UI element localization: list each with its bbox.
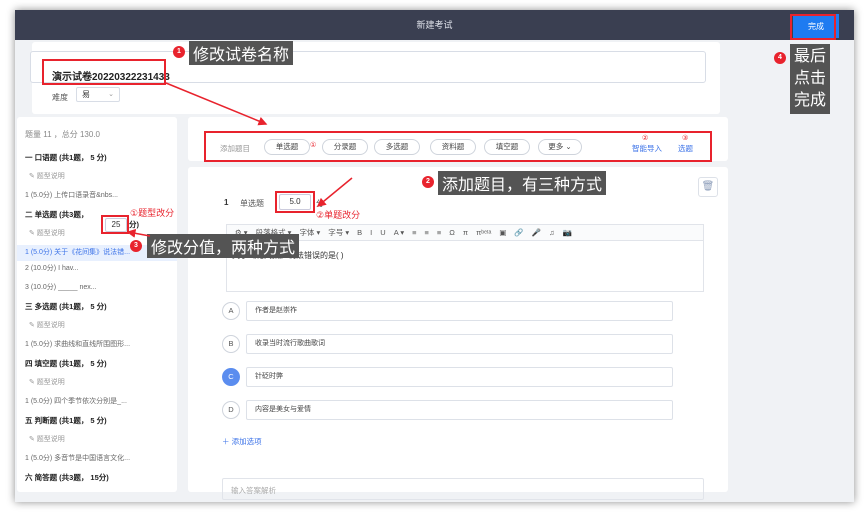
arrow-to-add-bar <box>165 82 268 126</box>
arrow-to-question-score <box>316 177 353 207</box>
annotation-arrows <box>126 82 353 238</box>
arrow-to-section-score <box>126 228 151 238</box>
